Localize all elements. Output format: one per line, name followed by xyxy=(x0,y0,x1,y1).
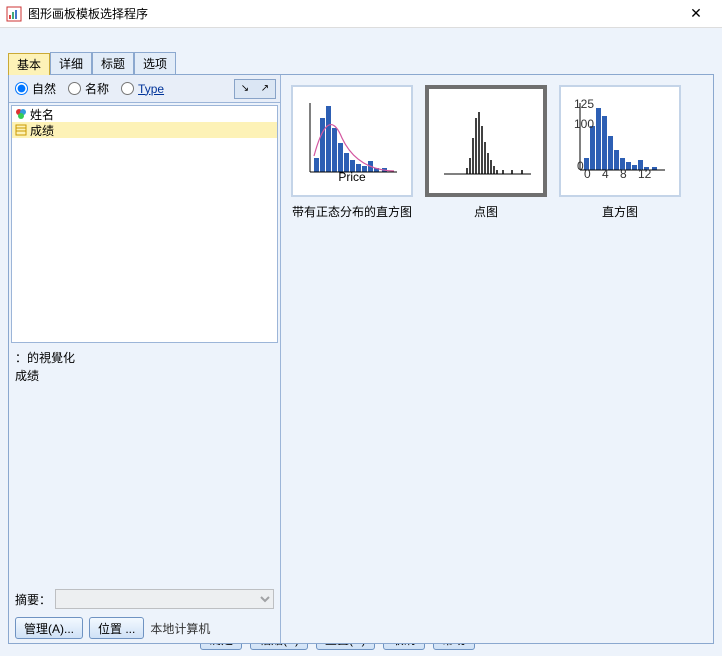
titlebar: 图形画板模板选择程序 ✕ xyxy=(0,0,722,28)
location-button[interactable]: 位置 ... xyxy=(89,617,144,639)
radio-natural[interactable]: 自然 xyxy=(13,80,56,97)
sort-buttons: ↘ ↗ xyxy=(234,79,276,99)
summary-row: 摘要： xyxy=(9,585,280,613)
thumb-caption: 带有正态分布的直方图 xyxy=(291,203,413,220)
tab-detail[interactable]: 详细 xyxy=(50,52,92,74)
app-icon xyxy=(6,6,22,22)
close-button[interactable]: ✕ xyxy=(676,1,716,27)
radio-natural-input[interactable] xyxy=(15,82,28,95)
svg-text:125: 125 xyxy=(574,98,594,111)
tab-title[interactable]: 标题 xyxy=(92,52,134,74)
template-histogram[interactable]: 1251000 04812 直方图 xyxy=(559,85,681,220)
window-title: 图形画板模板选择程序 xyxy=(28,5,676,22)
radio-name-input[interactable] xyxy=(68,82,81,95)
radio-natural-label: 自然 xyxy=(32,80,56,97)
radio-name[interactable]: 名称 xyxy=(66,80,109,97)
content-area: 基本 详细 标题 选项 自然 名称 Type ↘ ↗ 姓名 xyxy=(0,28,722,656)
radio-type[interactable]: Type xyxy=(119,82,164,96)
variable-item[interactable]: 姓名 xyxy=(12,106,277,122)
variable-list[interactable]: 姓名 成绩 xyxy=(11,105,278,343)
radio-name-label: 名称 xyxy=(85,80,109,97)
nominal-icon xyxy=(15,108,27,120)
svg-text:0: 0 xyxy=(577,159,584,173)
sort-radio-row: 自然 名称 Type ↘ ↗ xyxy=(9,75,280,103)
scale-icon xyxy=(15,124,27,136)
tab-options[interactable]: 选项 xyxy=(134,52,176,74)
viz-var: 成绩 xyxy=(15,367,274,385)
template-histogram-normal[interactable]: Price 带有正态分布的直方图 xyxy=(291,85,413,220)
thumb-caption: 直方图 xyxy=(559,203,681,220)
dotplot-icon xyxy=(436,98,536,184)
manage-row: 管理(A)... 位置 ... 本地计算机 xyxy=(9,613,280,643)
tab-basic[interactable]: 基本 xyxy=(8,53,50,75)
hist-icon: 1251000 04812 xyxy=(570,98,670,184)
template-dotplot[interactable]: 点图 xyxy=(425,85,547,220)
manage-button[interactable]: 管理(A)... xyxy=(15,617,83,639)
summary-label: 摘要： xyxy=(15,591,51,608)
svg-text:12: 12 xyxy=(638,167,652,181)
left-panel: 自然 名称 Type ↘ ↗ 姓名 成绩 ：的視覺化 xyxy=(9,75,281,643)
svg-text:8: 8 xyxy=(620,167,627,181)
summary-select[interactable] xyxy=(55,589,274,609)
variable-item[interactable]: 成绩 xyxy=(12,122,277,138)
svg-text:0: 0 xyxy=(584,167,591,181)
variable-label: 姓名 xyxy=(30,106,54,123)
tabstrip: 基本 详细 标题 选项 xyxy=(8,52,714,74)
visualization-of-box: ：的視覺化 成绩 xyxy=(9,345,280,405)
radio-type-input[interactable] xyxy=(121,82,134,95)
spacer xyxy=(9,405,280,585)
sort-desc-button[interactable]: ↗ xyxy=(255,80,275,98)
radio-type-label: Type xyxy=(138,82,164,96)
viz-label: ：的視覺化 xyxy=(15,349,274,367)
thumb-caption: 点图 xyxy=(425,203,547,220)
location-info: 本地计算机 xyxy=(150,620,210,637)
thumb-frame: Price xyxy=(291,85,413,197)
variable-label: 成绩 xyxy=(30,122,54,139)
svg-text:100: 100 xyxy=(574,117,594,131)
tab-body: 自然 名称 Type ↘ ↗ 姓名 成绩 ：的視覺化 xyxy=(8,74,714,644)
template-gallery: Price 带有正态分布的直方图 xyxy=(281,75,713,643)
svg-text:4: 4 xyxy=(602,167,609,181)
svg-text:Price: Price xyxy=(338,170,366,184)
thumb-frame: 1251000 04812 xyxy=(559,85,681,197)
sort-asc-button[interactable]: ↘ xyxy=(235,80,255,98)
hist-normal-icon: Price xyxy=(302,98,402,184)
thumb-frame xyxy=(425,85,547,197)
